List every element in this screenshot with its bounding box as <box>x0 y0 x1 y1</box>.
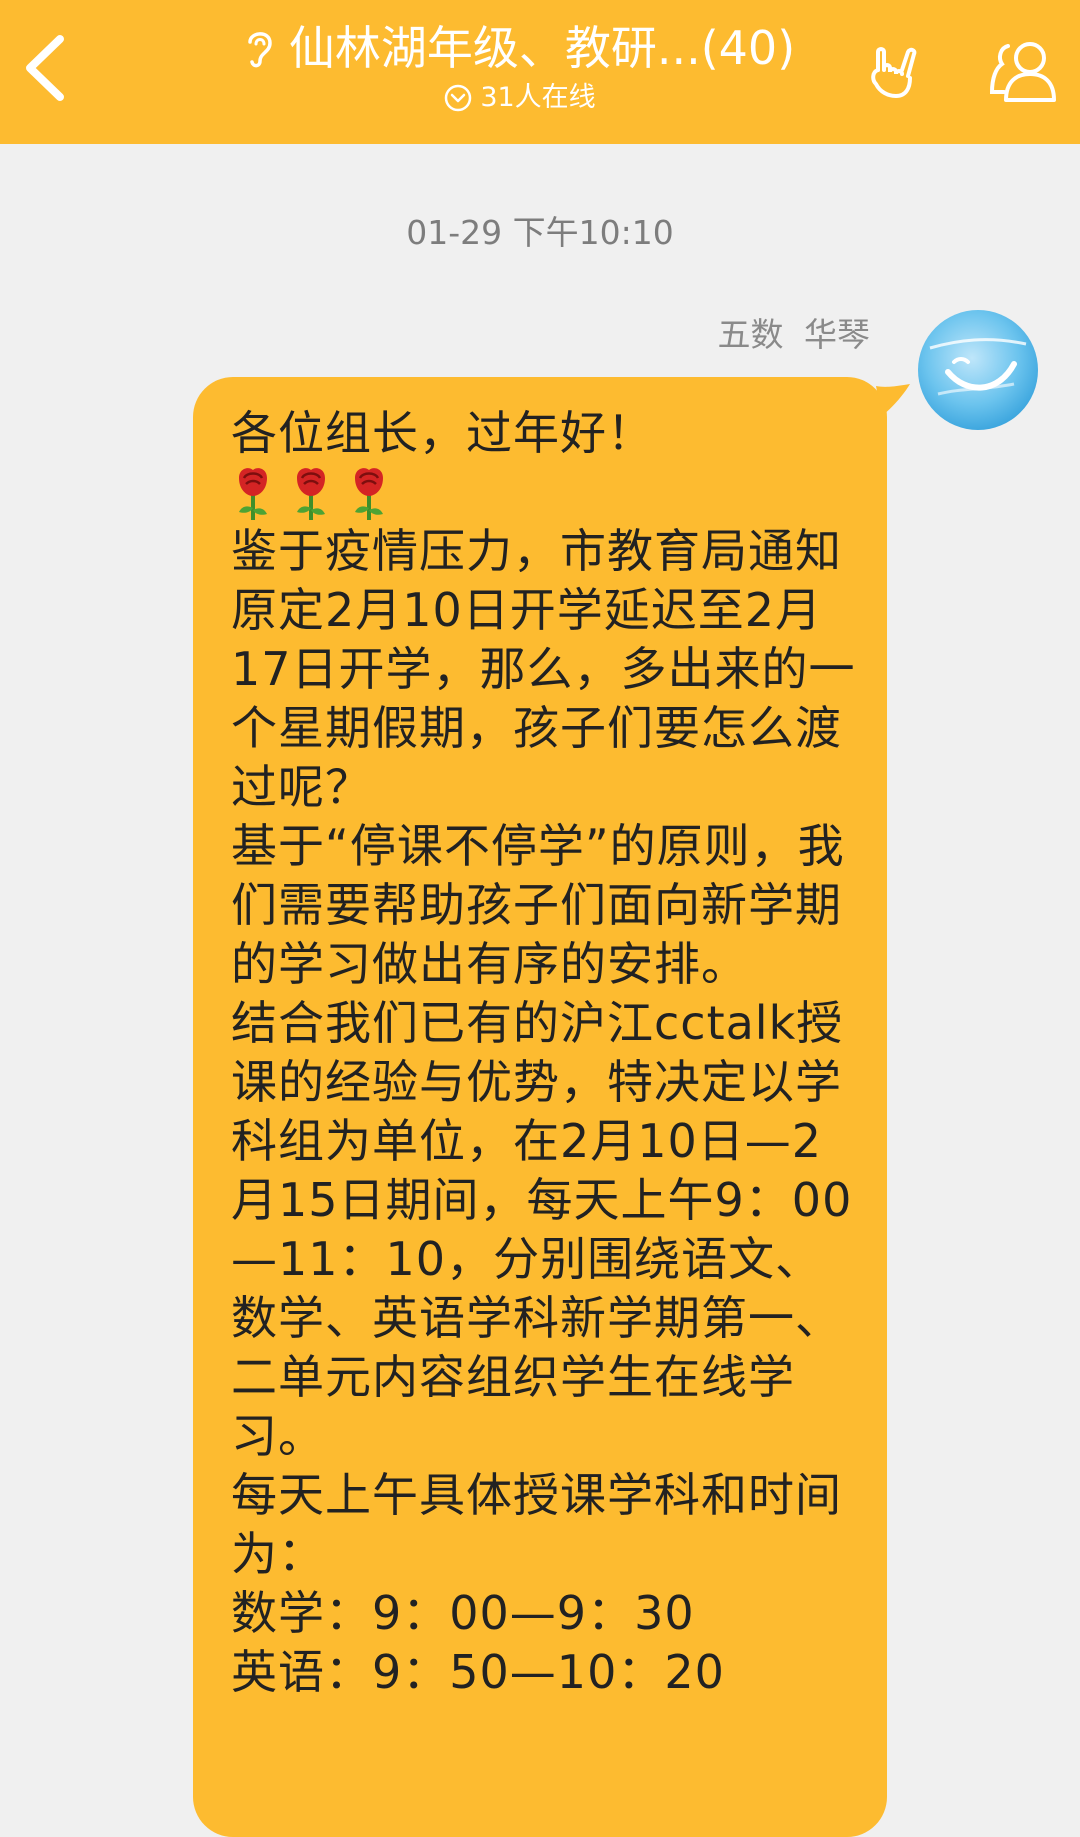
message-line: 基于“停课不停学”的原则，我们需要帮助孩子们面向新学期的学习做出有序的安排。 <box>231 819 845 991</box>
chat-title-area[interactable]: 仙林湖年级、教研...(40) 31人在线 <box>200 18 840 116</box>
group-members-button[interactable] <box>980 28 1068 116</box>
hand-gesture-icon <box>871 47 917 99</box>
rose-icon <box>297 467 325 520</box>
online-count: 31人在线 <box>480 82 596 113</box>
chevron-down-circle-icon <box>445 84 472 112</box>
chat-title: 仙林湖年级、教研...(40) <box>288 21 796 75</box>
rose-icon <box>239 467 267 520</box>
message-line: 各位组长，过年好！ <box>231 406 654 460</box>
ear-icon <box>248 32 272 68</box>
back-button[interactable] <box>8 20 80 116</box>
chat-header: 仙林湖年级、教研...(40) 31人在线 <box>0 0 1080 144</box>
back-icon <box>26 35 64 101</box>
message-timestamp: 01-29 下午10:10 <box>406 213 674 252</box>
message-line: 英语：9：50—10：20 <box>231 1645 725 1699</box>
rose-emoji-row <box>231 463 863 522</box>
message-line: 每天上午具体授课学科和时间为： <box>231 1468 842 1581</box>
group-members-icon <box>989 42 1056 102</box>
message-line: 结合我们已有的沪江cctalk授课的经验与优势，特决定以学科组为单位，在2月10… <box>231 996 853 1463</box>
message-text: 各位组长，过年好！ 鉴于疫情压力，市教育局通知原定2月10日开学延迟至2月17日… <box>231 404 863 1702</box>
sender-name: 五数 华琴 <box>717 315 871 354</box>
sender-avatar[interactable] <box>918 310 1038 430</box>
rose-icon <box>355 467 383 520</box>
message-line: 数学：9：00—9：30 <box>231 1586 695 1640</box>
bubble-tail <box>876 384 910 416</box>
hand-gesture-button[interactable] <box>852 28 940 116</box>
message-line: 鉴于疫情压力，市教育局通知原定2月10日开学延迟至2月17日开学，那么，多出来的… <box>231 524 856 814</box>
